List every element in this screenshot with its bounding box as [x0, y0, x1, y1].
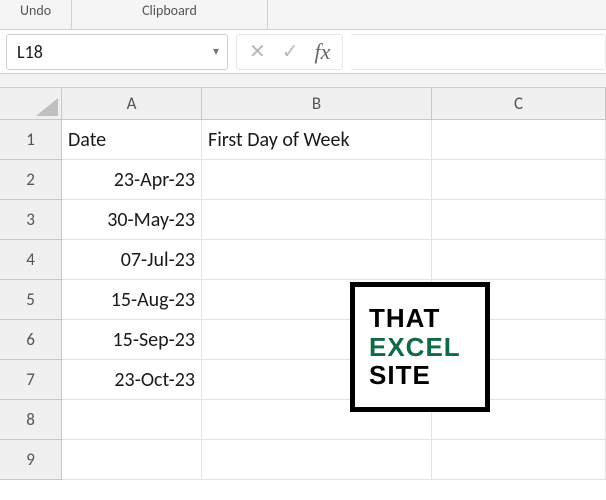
- cell-a8[interactable]: [62, 400, 202, 440]
- cell-a3[interactable]: 30-May-23: [62, 200, 202, 240]
- formula-input[interactable]: [351, 34, 606, 70]
- cell-c4[interactable]: [432, 240, 606, 280]
- ribbon-undo-group[interactable]: Undo: [0, 0, 72, 29]
- col-header-c[interactable]: C: [432, 88, 606, 120]
- row-header-6[interactable]: 6: [0, 320, 62, 360]
- cell-b1[interactable]: First Day of Week: [202, 120, 432, 160]
- logo: THAT EXCEL SITE: [350, 282, 490, 412]
- col-header-a[interactable]: A: [62, 88, 202, 120]
- select-all-corner[interactable]: [0, 88, 62, 120]
- logo-line-1: THAT: [369, 304, 485, 333]
- name-box-value: L18: [17, 41, 43, 63]
- row-4: 07-Jul-23: [62, 240, 606, 280]
- cell-b2[interactable]: [202, 160, 432, 200]
- row-7: 23-Oct-23: [62, 360, 606, 400]
- name-box[interactable]: L18 ▾: [6, 34, 228, 70]
- row-9: [62, 440, 606, 480]
- ribbon-bar: Undo Clipboard: [0, 0, 606, 30]
- cells-area: Date First Day of Week 23-Apr-23 30-May-…: [62, 120, 606, 480]
- cell-a1[interactable]: Date: [62, 120, 202, 160]
- spacer: [0, 74, 606, 88]
- row-8: [62, 400, 606, 440]
- row-header-1[interactable]: 1: [0, 120, 62, 160]
- chevron-down-icon[interactable]: ▾: [213, 44, 219, 59]
- cell-b4[interactable]: [202, 240, 432, 280]
- logo-line-2: EXCEL: [369, 333, 485, 362]
- row-header-2[interactable]: 2: [0, 160, 62, 200]
- ribbon-clipboard-group[interactable]: Clipboard: [72, 0, 268, 29]
- row-header-8[interactable]: 8: [0, 400, 62, 440]
- row-5: 15-Aug-23: [62, 280, 606, 320]
- col-header-b[interactable]: B: [202, 88, 432, 120]
- row-headers: 1 2 3 4 5 6 7 8 9: [0, 120, 62, 480]
- cell-c3[interactable]: [432, 200, 606, 240]
- fx-icon[interactable]: fx: [315, 39, 331, 65]
- cell-a7[interactable]: 23-Oct-23: [62, 360, 202, 400]
- cell-a4[interactable]: 07-Jul-23: [62, 240, 202, 280]
- accept-icon[interactable]: ✓: [282, 42, 299, 62]
- cell-a2[interactable]: 23-Apr-23: [62, 160, 202, 200]
- cell-b3[interactable]: [202, 200, 432, 240]
- cell-c1[interactable]: [432, 120, 606, 160]
- cell-c2[interactable]: [432, 160, 606, 200]
- row-header-9[interactable]: 9: [0, 440, 62, 480]
- logo-line-3: SITE: [369, 361, 485, 390]
- cancel-icon[interactable]: ✕: [249, 42, 266, 62]
- cell-a5[interactable]: 15-Aug-23: [62, 280, 202, 320]
- row-6: 15-Sep-23: [62, 320, 606, 360]
- row-header-3[interactable]: 3: [0, 200, 62, 240]
- grid-body: 1 2 3 4 5 6 7 8 9 Date First Day of Week…: [0, 120, 606, 480]
- row-header-5[interactable]: 5: [0, 280, 62, 320]
- cell-a9[interactable]: [62, 440, 202, 480]
- formula-controls: ✕ ✓ fx: [236, 34, 343, 70]
- row-2: 23-Apr-23: [62, 160, 606, 200]
- cell-a6[interactable]: 15-Sep-23: [62, 320, 202, 360]
- cell-b9[interactable]: [202, 440, 432, 480]
- column-header-row: A B C: [0, 88, 606, 120]
- formula-bar-row: L18 ▾ ✕ ✓ fx: [0, 30, 606, 74]
- row-1: Date First Day of Week: [62, 120, 606, 160]
- cell-c9[interactable]: [432, 440, 606, 480]
- row-header-7[interactable]: 7: [0, 360, 62, 400]
- row-3: 30-May-23: [62, 200, 606, 240]
- row-header-4[interactable]: 4: [0, 240, 62, 280]
